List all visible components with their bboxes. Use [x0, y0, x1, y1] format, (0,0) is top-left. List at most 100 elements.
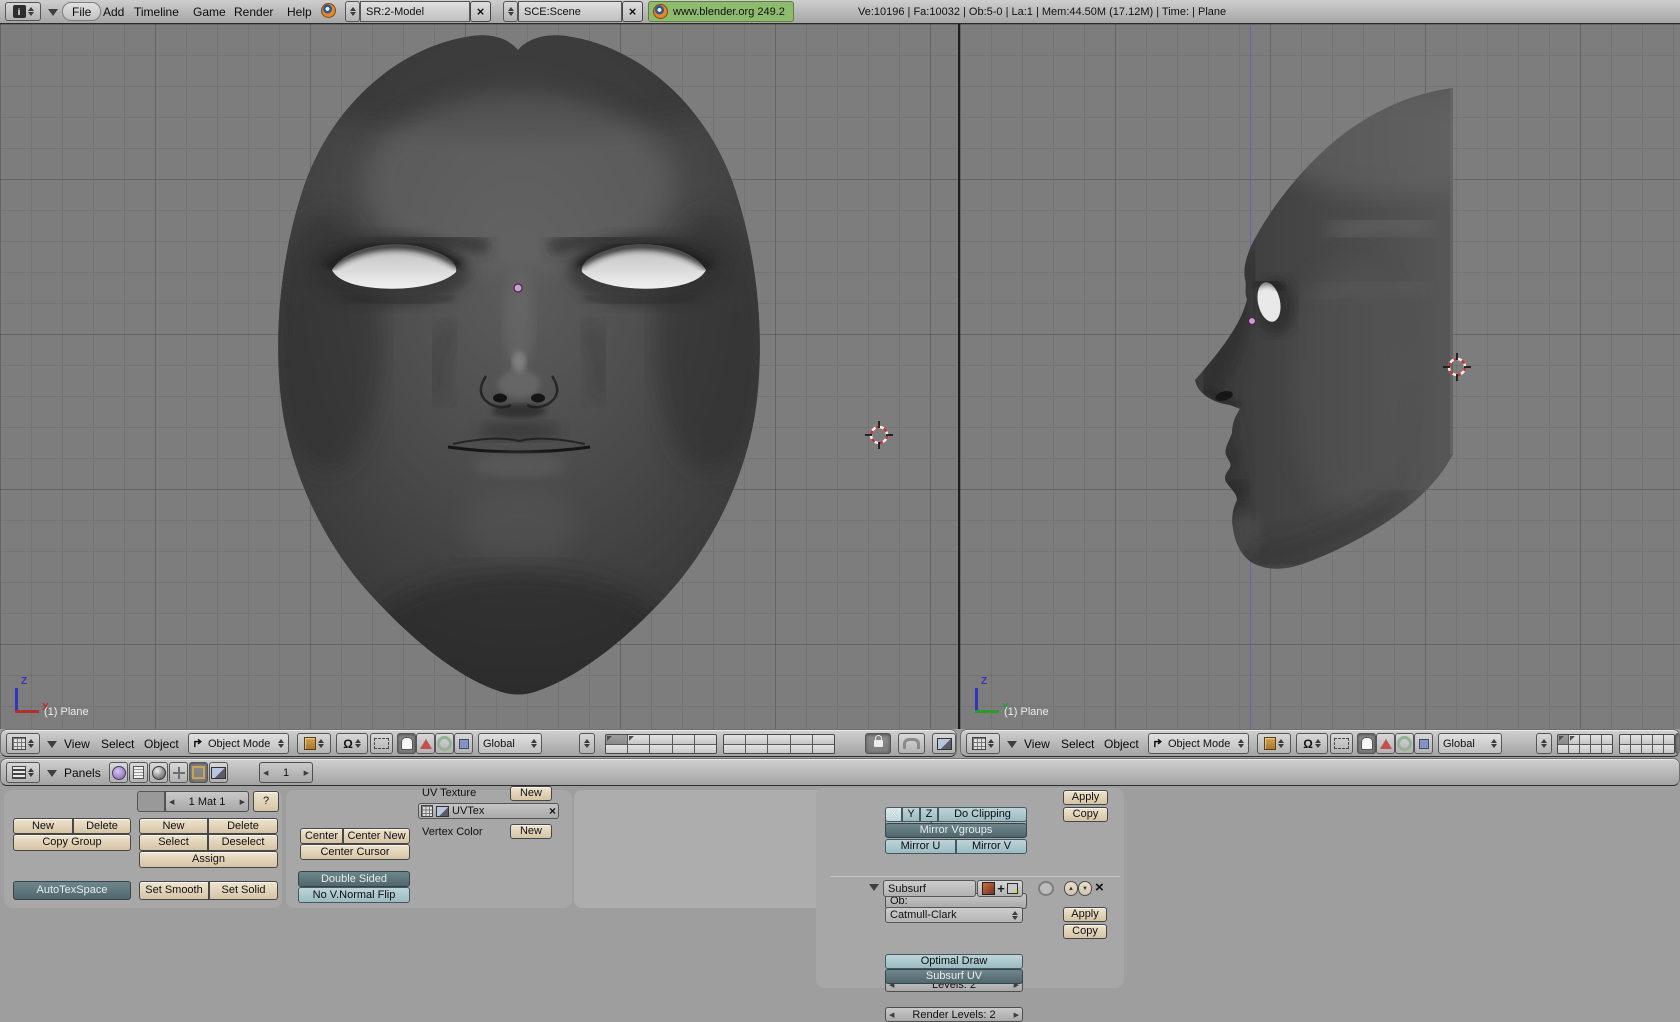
spinner-left-icon[interactable]: ◀ — [263, 769, 268, 777]
subsurf-display-toggles[interactable]: + — [977, 880, 1023, 897]
menu-render[interactable]: Render — [234, 5, 273, 19]
mirror-axis-z-toggle[interactable]: Z — [920, 807, 938, 822]
layer-buttons-group-1[interactable] — [605, 734, 717, 754]
pivot-dropdown[interactable]: Ω — [1296, 733, 1328, 754]
editor-type-button[interactable] — [6, 733, 40, 754]
uvtex-name-row[interactable]: UVTex × — [418, 803, 559, 819]
vgroup-new-button[interactable]: New — [13, 818, 73, 834]
layer-spinner-button[interactable] — [1536, 733, 1552, 754]
menu-add[interactable]: Add — [103, 5, 124, 19]
material-select-button[interactable]: Select — [139, 834, 208, 851]
menu-collapse-icon[interactable] — [1007, 741, 1017, 748]
menu-select[interactable]: Select — [1061, 737, 1094, 751]
subsurf-name-field[interactable]: Subsurf — [883, 880, 976, 897]
center-new-button[interactable]: Center New — [343, 828, 410, 844]
copy-group-button[interactable]: Copy Group — [13, 834, 131, 851]
subsurf-apply-button[interactable]: Apply — [1063, 907, 1107, 922]
mirror-vgroups-toggle[interactable]: Mirror Vgroups — [885, 823, 1027, 838]
double-sided-toggle[interactable]: Double Sided — [298, 871, 410, 887]
mode-dropdown[interactable]: Object Mode — [188, 733, 289, 754]
subsurf-uv-toggle[interactable]: Subsurf UV — [885, 969, 1023, 984]
no-vnormal-flip-toggle[interactable]: No V.Normal Flip — [298, 887, 410, 903]
script-context-button[interactable] — [129, 762, 148, 783]
manipulator-toggle-button[interactable] — [1357, 733, 1376, 754]
menu-timeline[interactable]: Timeline — [134, 5, 179, 19]
object-context-button[interactable] — [169, 762, 188, 783]
manipulator-space-button[interactable] — [1330, 733, 1353, 754]
menu-help[interactable]: Help — [287, 5, 312, 19]
menu-view[interactable]: View — [64, 737, 90, 751]
material-new-button[interactable]: New — [139, 818, 208, 834]
window-type-button[interactable]: i — [5, 2, 41, 21]
modifier-delete-icon[interactable]: × — [1095, 879, 1104, 896]
scale-manipulator-button[interactable] — [1414, 733, 1433, 754]
modifier-move-down-button[interactable]: ▼ — [1078, 881, 1092, 896]
logic-context-button[interactable] — [109, 762, 128, 783]
manipulator-space-button[interactable] — [370, 733, 393, 754]
uvtex-delete-icon[interactable]: × — [549, 804, 556, 818]
scene-context-button[interactable] — [209, 762, 228, 783]
material-slot-spinner[interactable]: ◀ 1 Mat 1 ▶ — [165, 791, 249, 812]
lock-layers-button[interactable] — [865, 733, 891, 754]
scene-close-button[interactable]: × — [622, 1, 643, 22]
scale-manipulator-button[interactable] — [454, 733, 473, 754]
manipulator-toggle-button[interactable] — [397, 733, 416, 754]
buttons-page-spinner[interactable]: ◀ 1 ▶ — [259, 762, 313, 783]
modifier-move-up-button[interactable]: ▲ — [1064, 881, 1078, 896]
3d-viewport-right[interactable]: Z Y (1) Plane — [960, 24, 1680, 729]
screen-selector[interactable]: SR:2-Model × — [345, 1, 491, 22]
material-deselect-button[interactable]: Deselect — [208, 834, 278, 851]
snap-button[interactable] — [898, 733, 925, 754]
do-clipping-toggle[interactable]: Do Clipping — [938, 807, 1027, 822]
menu-game[interactable]: Game — [193, 5, 226, 19]
screen-name-field[interactable]: SR:2-Model — [360, 1, 470, 22]
shading-context-button[interactable] — [149, 762, 168, 783]
spinner-right-icon[interactable]: ▶ — [304, 769, 309, 777]
draw-type-dropdown[interactable] — [1257, 733, 1291, 754]
center-button[interactable]: Center — [300, 828, 343, 844]
layer-spinner-button[interactable] — [579, 733, 595, 754]
mirror-axis-x-toggle[interactable]: X — [885, 807, 902, 822]
mirror-u-toggle[interactable]: Mirror U — [885, 839, 956, 854]
vertex-color-new-button[interactable]: New — [510, 824, 552, 839]
orientation-dropdown[interactable]: Global — [478, 733, 542, 754]
uv-texture-new-button[interactable]: New — [510, 786, 552, 801]
mirror-v-toggle[interactable]: Mirror V — [956, 839, 1027, 854]
set-smooth-button[interactable]: Set Smooth — [139, 881, 209, 900]
translate-manipulator-button[interactable] — [1376, 733, 1395, 754]
scene-name-field[interactable]: SCE:Scene — [518, 1, 622, 22]
menu-file[interactable]: File — [62, 2, 101, 21]
subsurf-copy-button[interactable]: Copy — [1063, 924, 1107, 939]
vgroup-delete-button[interactable]: Delete — [73, 818, 131, 834]
mode-dropdown[interactable]: Object Mode — [1148, 733, 1249, 754]
material-color-swatch[interactable] — [137, 791, 165, 812]
layer-buttons-group-1[interactable] — [1557, 734, 1613, 754]
render-preview-button[interactable] — [932, 733, 956, 754]
pivot-dropdown[interactable]: Ω — [336, 733, 368, 754]
translate-manipulator-button[interactable] — [416, 733, 435, 754]
autotexspace-toggle[interactable]: AutoTexSpace — [13, 881, 131, 900]
menu-select[interactable]: Select — [101, 737, 134, 751]
header-collapse-icon[interactable] — [48, 9, 58, 16]
material-help-button[interactable]: ? — [253, 791, 279, 812]
material-delete-button[interactable]: Delete — [208, 818, 278, 834]
mirror-copy-button[interactable]: Copy — [1063, 807, 1108, 822]
panels-menu[interactable]: Panels — [64, 766, 101, 780]
mirror-apply-button[interactable]: Apply — [1063, 790, 1108, 805]
editor-type-button[interactable] — [6, 762, 40, 783]
optimal-draw-toggle[interactable]: Optimal Draw — [885, 954, 1023, 969]
layer-buttons-group-2[interactable] — [1619, 734, 1675, 754]
menu-object[interactable]: Object — [144, 737, 179, 751]
menu-view[interactable]: View — [1024, 737, 1050, 751]
subsurf-collapse-icon[interactable] — [869, 884, 879, 891]
subsurf-circle-button[interactable] — [1038, 881, 1054, 896]
rotate-manipulator-button[interactable] — [435, 733, 454, 754]
editor-type-button[interactable] — [966, 733, 1000, 754]
rotate-manipulator-button[interactable] — [1395, 733, 1414, 754]
3d-viewport-left[interactable]: Z X (1) Plane — [0, 24, 958, 729]
orientation-dropdown[interactable]: Global — [1438, 733, 1502, 754]
lock-layers-button[interactable] — [1675, 733, 1680, 754]
subsurf-type-dropdown[interactable]: Catmull-Clark — [885, 907, 1023, 923]
screen-close-button[interactable]: × — [470, 1, 491, 22]
material-assign-button[interactable]: Assign — [139, 851, 278, 868]
